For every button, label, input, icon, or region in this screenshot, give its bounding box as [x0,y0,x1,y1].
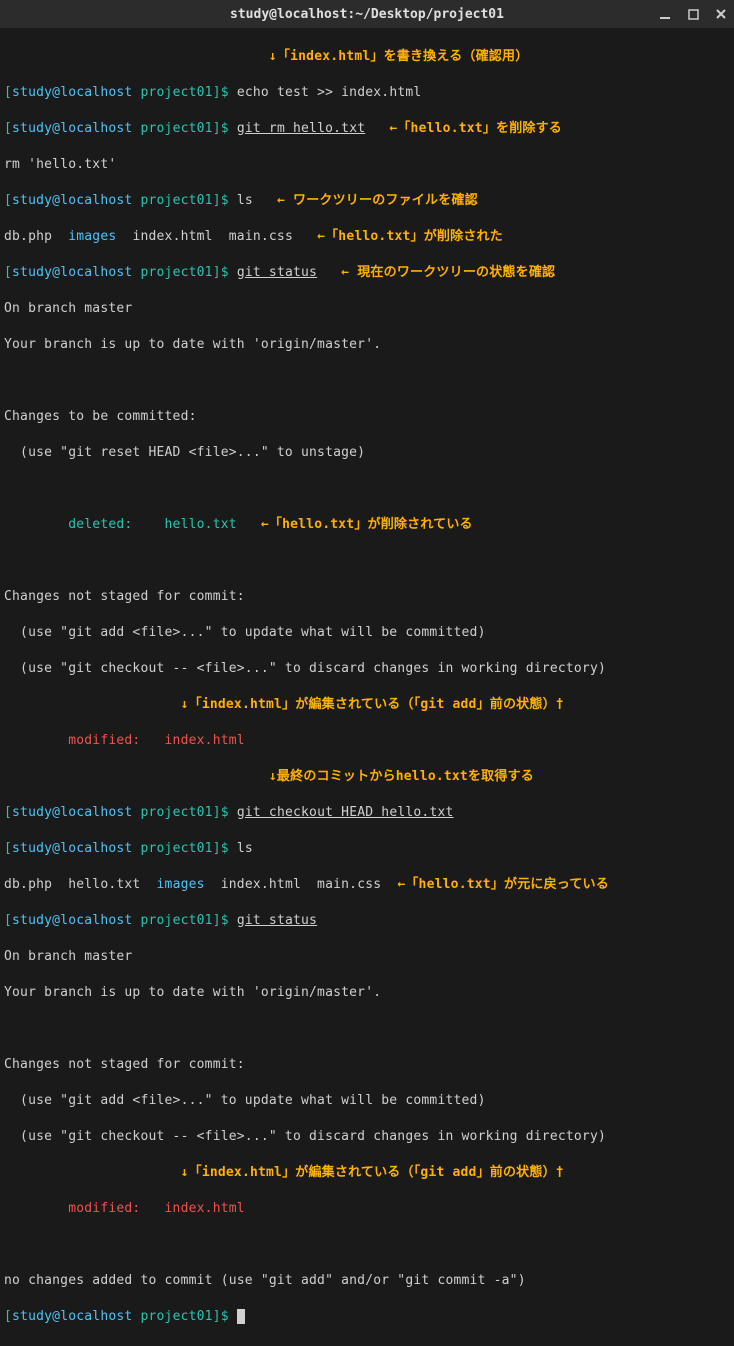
annotation: ←「hello.txt」が削除されている [237,517,473,532]
command: ls [237,193,253,208]
command: ls [237,841,253,856]
command: echo test >> index.html [237,85,422,100]
command: it checkout HEAD hello.txt [245,805,454,820]
output: Changes to be committed: [4,409,197,424]
output: (use "git reset HEAD <file>..." to unsta… [4,445,365,460]
output: (use "git add <file>..." to update what … [4,625,486,640]
annotation [4,49,269,64]
annotation: ←「hello.txt」を削除する [365,121,562,136]
directory: images [68,229,116,244]
command: it status [245,913,317,928]
output: no changes added to commit (use "git add… [4,1273,526,1288]
annotation: ↓最終のコミットからhello.txtを取得する [269,769,534,784]
window-titlebar: study@localhost:~/Desktop/project01 [0,0,734,28]
window-controls [658,0,728,28]
annotation: ↓「index.html」が編集されている（「git add」前の状態）† [181,1165,564,1180]
output: Changes not staged for commit: [4,1057,245,1072]
terminal-content[interactable]: ↓「index.html」を書き換える（確認用） [study@localhos… [0,28,734,1346]
output: (use "git add <file>..." to update what … [4,1093,486,1108]
annotation: ←「hello.txt」が削除された [317,229,503,244]
git-deleted: deleted: hello.txt [4,517,237,532]
command: it status [245,265,317,280]
output: Changes not staged for commit: [4,589,245,604]
window-title: study@localhost:~/Desktop/project01 [230,7,504,22]
output: Your branch is up to date with 'origin/m… [4,985,381,1000]
output: On branch master [4,301,132,316]
maximize-button[interactable] [686,7,700,21]
close-button[interactable] [714,7,728,21]
output: (use "git checkout -- <file>..." to disc… [4,1129,606,1144]
command: it rm hello.txt [245,121,365,136]
directory: images [157,877,205,892]
annotation: ← ワークツリーのファイルを確認 [253,193,478,208]
minimize-button[interactable] [658,7,672,21]
annotation [4,697,181,712]
git-modified: modified: index.html [4,1201,245,1216]
output: (use "git checkout -- <file>..." to disc… [4,661,606,676]
output: rm 'hello.txt' [4,157,116,172]
annotation: ↓「index.html」を書き換える（確認用） [269,49,529,64]
git-modified: modified: index.html [4,733,245,748]
annotation [4,769,269,784]
annotation: ← 現在のワークツリーの状態を確認 [317,265,555,280]
annotation: ←「hello.txt」が元に戻っている [397,877,609,892]
cursor [237,1309,245,1324]
output: Your branch is up to date with 'origin/m… [4,337,381,352]
annotation [4,1165,181,1180]
annotation: ↓「index.html」が編集されている（「git add」前の状態）† [181,697,564,712]
output: On branch master [4,949,132,964]
